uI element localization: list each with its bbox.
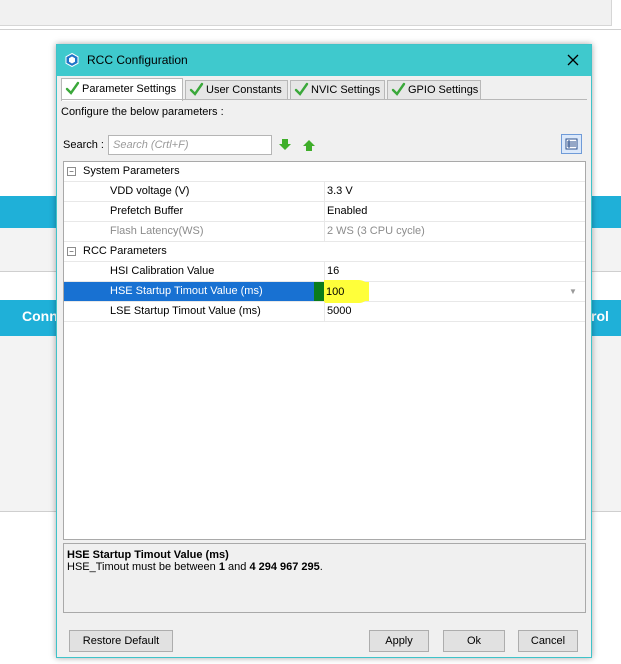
description-max: 4 294 967 295	[249, 561, 320, 573]
app-toolbar-inner	[0, 0, 612, 26]
list-view-icon	[565, 138, 578, 150]
search-input[interactable]	[108, 135, 272, 155]
arrow-up-icon[interactable]	[303, 139, 315, 151]
param-value[interactable]: 3.3 V	[324, 182, 585, 201]
param-value[interactable]: 5000	[324, 302, 585, 321]
app-panel-right	[591, 228, 621, 272]
dialog-titlebar[interactable]: RCC Configuration	[57, 45, 591, 76]
tab-label: NVIC Settings	[311, 84, 381, 96]
tab-gpio-settings[interactable]: GPIO Settings	[387, 80, 481, 100]
arrow-down-icon[interactable]	[279, 139, 291, 151]
param-row-prefetch-buffer[interactable]: Prefetch Buffer Enabled	[64, 202, 585, 222]
configure-instructions: Configure the below parameters :	[61, 106, 224, 118]
tab-divider	[61, 99, 587, 100]
search-label: Search :	[63, 139, 104, 151]
check-icon	[189, 82, 204, 96]
app-section-header-right: rol	[591, 300, 621, 336]
description-text: HSE_Timout must be between 1 and 4 294 9…	[67, 561, 582, 573]
check-icon	[65, 81, 80, 95]
tab-label: GPIO Settings	[408, 84, 479, 96]
tab-label: Parameter Settings	[82, 83, 177, 95]
param-name: LSE Startup Timout Value (ms)	[110, 305, 261, 317]
edit-marker	[314, 282, 324, 301]
param-value[interactable]: Enabled	[324, 202, 585, 221]
description-panel: HSE Startup Timout Value (ms) HSE_Timout…	[63, 543, 586, 613]
check-icon	[391, 82, 406, 96]
parameters-table: − System Parameters VDD voltage (V) 3.3 …	[63, 161, 586, 540]
param-value-cell	[324, 280, 585, 303]
ok-button[interactable]: Ok	[443, 630, 505, 652]
apply-button[interactable]: Apply	[369, 630, 429, 652]
tab-nvic-settings[interactable]: NVIC Settings	[290, 80, 385, 100]
param-value[interactable]: 16	[324, 262, 585, 281]
group-rcc-parameters[interactable]: − RCC Parameters	[64, 242, 585, 262]
param-name: HSI Calibration Value	[110, 265, 215, 277]
collapse-icon[interactable]: −	[67, 247, 76, 256]
group-label: System Parameters	[83, 165, 180, 177]
param-name: HSE Startup Timout Value (ms)	[110, 285, 263, 297]
app-section-header-left: Conn	[0, 300, 56, 336]
param-value: 2 WS (3 CPU cycle)	[324, 222, 585, 241]
app-panel-left	[0, 228, 56, 272]
app-panel-strip-left	[0, 196, 56, 228]
param-row-vdd-voltage[interactable]: VDD voltage (V) 3.3 V	[64, 182, 585, 202]
description-prefix: HSE_Timout must be between	[67, 561, 219, 573]
group-system-parameters[interactable]: − System Parameters	[64, 162, 585, 182]
chevron-down-icon[interactable]: ▼	[567, 282, 579, 301]
close-icon	[567, 54, 579, 66]
param-name: VDD voltage (V)	[110, 185, 190, 197]
tab-user-constants[interactable]: User Constants	[185, 80, 288, 100]
app-section-body-left	[0, 336, 56, 512]
param-row-lse-startup-timeout[interactable]: LSE Startup Timout Value (ms) 5000	[64, 302, 585, 322]
param-row-flash-latency: Flash Latency(WS) 2 WS (3 CPU cycle)	[64, 222, 585, 242]
param-name: Prefetch Buffer	[110, 205, 184, 217]
group-label: RCC Parameters	[83, 245, 167, 257]
collapse-icon[interactable]: −	[67, 167, 76, 176]
app-toolbar	[0, 0, 621, 30]
tab-parameter-settings[interactable]: Parameter Settings	[61, 78, 183, 101]
list-view-button[interactable]	[561, 134, 582, 154]
app-section-header-right-text: rol	[591, 308, 609, 324]
param-row-hsi-calibration[interactable]: HSI Calibration Value 16	[64, 262, 585, 282]
restore-default-button[interactable]: Restore Default	[69, 630, 173, 652]
param-row-hse-startup-timeout[interactable]: HSE Startup Timout Value (ms) ▼	[64, 280, 585, 303]
app-panel-strip-right	[591, 196, 621, 228]
param-name: Flash Latency(WS)	[110, 225, 204, 237]
description-mid: and	[224, 561, 250, 573]
tab-label: User Constants	[206, 84, 282, 96]
rcc-configuration-dialog: RCC Configuration Parameter Settings Use…	[56, 44, 592, 658]
description-suffix: .	[319, 561, 323, 573]
close-button[interactable]	[563, 50, 583, 70]
dialog-title: RCC Configuration	[87, 53, 188, 67]
app-logo-icon	[65, 53, 79, 67]
hse-timeout-input[interactable]	[324, 282, 369, 301]
app-section-body-right	[591, 336, 621, 512]
cancel-button[interactable]: Cancel	[518, 630, 578, 652]
check-icon	[294, 82, 309, 96]
description-title: HSE Startup Timout Value (ms)	[67, 549, 229, 561]
